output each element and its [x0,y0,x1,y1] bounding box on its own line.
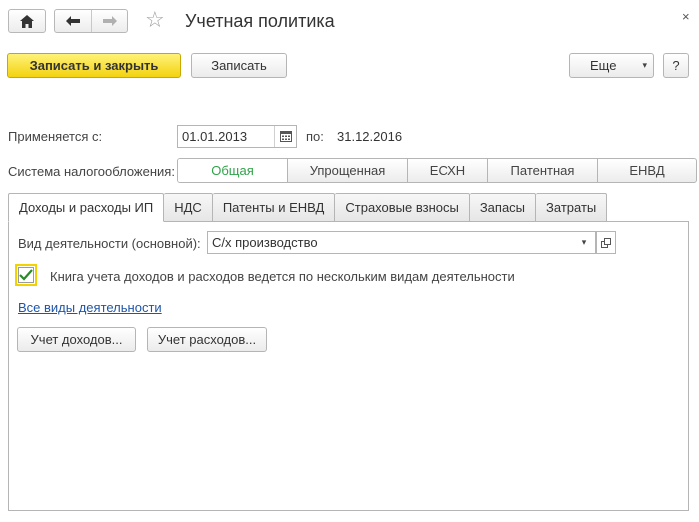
multi-activity-label: Книга учета доходов и расходов ведется п… [50,269,515,284]
back-button[interactable] [55,10,91,32]
tax-system-label: Система налогообложения: [8,164,175,179]
help-button[interactable]: ? [663,53,689,78]
page-title: Учетная политика [185,11,335,31]
home-icon [20,14,34,28]
calendar-icon [279,131,292,142]
more-button-label: Еще [590,58,617,73]
tab-panel [8,221,689,511]
history-nav [54,9,128,33]
home-button[interactable] [8,9,46,33]
tab-inventory[interactable]: Запасы [469,193,537,222]
activity-value: С/х производство [212,235,318,250]
save-button[interactable]: Записать [191,53,287,78]
activity-dropdown-button[interactable]: ▾ [573,232,595,253]
arrow-right-icon [102,16,117,26]
calendar-button[interactable] [274,126,296,147]
applies-from-value: 01.01.2013 [182,129,248,144]
to-value: 31.12.2016 [337,129,403,144]
tab-costs[interactable]: Затраты [536,193,608,222]
multi-activity-checkbox[interactable] [15,264,37,286]
expense-accounting-button[interactable]: Учет расходов... [147,327,267,352]
more-button[interactable]: Еще ▾ [569,53,654,78]
save-and-close-button[interactable]: Записать и закрыть [7,53,181,78]
forward-button[interactable] [91,10,127,32]
activity-label: Вид деятельности (основной): [18,236,201,251]
all-activities-link[interactable]: Все виды деятельности [18,300,162,315]
tax-system-selector: Общая Упрощенная ЕСХН Патентная ЕНВД [177,158,697,183]
tab-bar: Доходы и расходы ИП НДС Патенты и ЕНВД С… [8,193,608,222]
star-icon[interactable]: ☆ [145,8,165,32]
close-icon[interactable]: × [682,10,690,24]
applies-from-field[interactable]: 01.01.2013 [177,125,297,148]
activity-open-button[interactable] [596,231,616,254]
tab-vat[interactable]: НДС [164,193,213,222]
activity-field[interactable]: С/х производство ▾ [207,231,596,254]
checkbox-box [18,267,34,283]
tab-insurance[interactable]: Страховые взносы [335,193,470,222]
tab-income-expenses[interactable]: Доходы и расходы ИП [8,193,165,222]
income-accounting-button[interactable]: Учет доходов... [17,327,136,352]
tax-option-patent[interactable]: Патентная [487,159,597,182]
chevron-down-icon: ▾ [581,237,587,247]
checkmark-icon [19,269,33,281]
tax-option-eskhn[interactable]: ЕСХН [407,159,487,182]
tax-option-general[interactable]: Общая [178,159,287,182]
applies-from-label: Применяется с: [8,129,103,144]
tab-patents-envd[interactable]: Патенты и ЕНВД [212,193,336,222]
tax-option-simplified[interactable]: Упрощенная [287,159,407,182]
open-link-icon [601,237,611,248]
tax-option-envd[interactable]: ЕНВД [597,159,696,182]
arrow-left-icon [66,16,80,26]
to-label: по: [306,129,324,144]
chevron-down-icon: ▾ [642,60,647,70]
